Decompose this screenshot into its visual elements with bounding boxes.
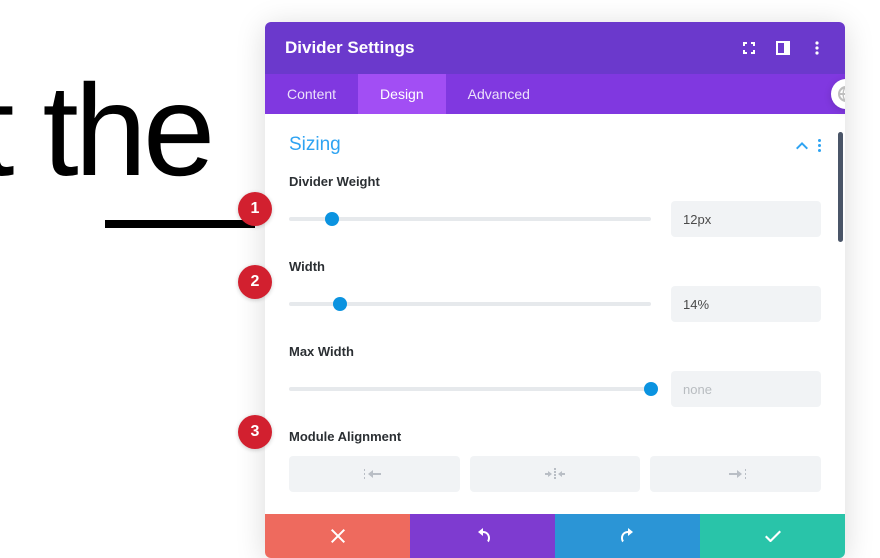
background-heading: et the bbox=[0, 55, 211, 205]
divider-weight-value[interactable]: 12px bbox=[671, 201, 821, 237]
background-divider bbox=[105, 220, 255, 228]
max-width-value[interactable]: none bbox=[671, 371, 821, 407]
panel-title: Divider Settings bbox=[285, 38, 414, 58]
tab-advanced[interactable]: Advanced bbox=[446, 74, 552, 114]
label-divider-weight: Divider Weight bbox=[289, 174, 821, 189]
divider-weight-slider[interactable] bbox=[289, 217, 651, 221]
alignment-row bbox=[289, 456, 821, 492]
width-thumb[interactable] bbox=[333, 297, 347, 311]
panel-footer bbox=[265, 514, 845, 558]
align-center-button[interactable] bbox=[470, 456, 641, 492]
max-width-thumb[interactable] bbox=[644, 382, 658, 396]
divider-weight-thumb[interactable] bbox=[325, 212, 339, 226]
label-max-width: Max Width bbox=[289, 344, 821, 359]
panel-header: Divider Settings bbox=[265, 22, 845, 74]
align-right-button[interactable] bbox=[650, 456, 821, 492]
slider-row: 14% bbox=[289, 286, 821, 322]
slider-row: none bbox=[289, 371, 821, 407]
redo-button[interactable] bbox=[555, 514, 700, 558]
label-alignment: Module Alignment bbox=[289, 429, 821, 444]
section-head: Sizing bbox=[289, 134, 821, 156]
tab-design[interactable]: Design bbox=[358, 74, 446, 114]
max-width-slider[interactable] bbox=[289, 387, 651, 391]
label-width: Width bbox=[289, 259, 821, 274]
header-icons bbox=[741, 40, 825, 56]
cancel-button[interactable] bbox=[265, 514, 410, 558]
field-divider-weight: Divider Weight 12px bbox=[289, 174, 821, 237]
confirm-button[interactable] bbox=[700, 514, 845, 558]
expand-icon[interactable] bbox=[741, 40, 757, 56]
callout-1: 1 bbox=[238, 192, 272, 226]
callout-2: 2 bbox=[238, 265, 272, 299]
tab-content[interactable]: Content bbox=[265, 74, 358, 114]
callout-3: 3 bbox=[238, 415, 272, 449]
panel-body: Sizing Divider Weight 12px Width bbox=[265, 114, 845, 514]
undo-button[interactable] bbox=[410, 514, 555, 558]
field-width: Width 14% bbox=[289, 259, 821, 322]
section-title[interactable]: Sizing bbox=[289, 134, 341, 156]
field-max-width: Max Width none bbox=[289, 344, 821, 407]
width-slider[interactable] bbox=[289, 302, 651, 306]
chevron-up-icon[interactable] bbox=[796, 137, 808, 153]
settings-panel: Divider Settings Content Design Advanced… bbox=[265, 22, 845, 558]
section-head-controls bbox=[796, 137, 821, 153]
tabs: Content Design Advanced bbox=[265, 74, 845, 114]
align-left-button[interactable] bbox=[289, 456, 460, 492]
menu-dots-icon[interactable] bbox=[809, 40, 825, 56]
globe-icon[interactable] bbox=[831, 79, 845, 109]
section-menu-dots-icon[interactable] bbox=[818, 139, 821, 152]
snap-icon[interactable] bbox=[775, 40, 791, 56]
slider-row: 12px bbox=[289, 201, 821, 237]
field-alignment: Module Alignment bbox=[289, 429, 821, 492]
width-value[interactable]: 14% bbox=[671, 286, 821, 322]
